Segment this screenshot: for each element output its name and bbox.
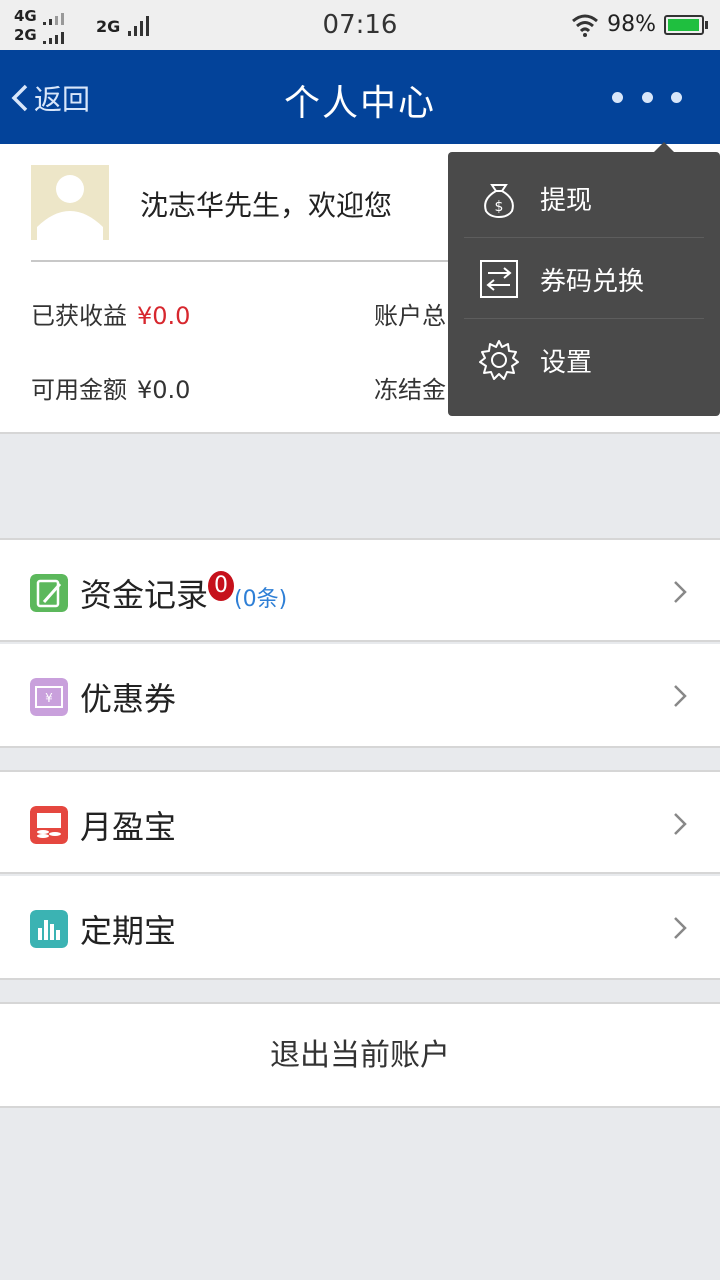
back-button[interactable]: 返回 bbox=[10, 78, 90, 118]
withdraw-label: 提现 bbox=[540, 185, 593, 216]
logout-button[interactable]: 退出当前账户 bbox=[0, 1002, 720, 1108]
svg-text:$: $ bbox=[495, 199, 504, 215]
dot-icon bbox=[671, 91, 682, 103]
menu-item-code-exchange[interactable]: 券码兑换 bbox=[464, 239, 704, 319]
account-total-stat: 账户总 bbox=[374, 296, 446, 331]
user-placeholder-icon bbox=[37, 175, 103, 240]
chevron-right-icon bbox=[674, 813, 687, 835]
coupons-label: 优惠券 bbox=[80, 680, 177, 718]
monthly-label: 月盈宝 bbox=[80, 808, 177, 846]
available-value: ¥0.0 bbox=[137, 376, 191, 404]
welcome-text: 沈志华先生，欢迎您 bbox=[140, 189, 393, 222]
account-total-label: 账户总 bbox=[374, 302, 446, 330]
available-label: 可用金额 bbox=[31, 376, 127, 404]
chevron-right-icon bbox=[674, 685, 687, 707]
available-stat: 可用金额 ¥0.0 bbox=[31, 370, 190, 405]
battery-percent: 98% bbox=[607, 12, 656, 37]
fund-records-label: 资金记录 0(0条) bbox=[80, 570, 287, 616]
earned-value: ¥0.0 bbox=[137, 302, 191, 330]
list-item-monthly[interactable]: 月盈宝 bbox=[0, 770, 720, 874]
settings-label: 设置 bbox=[540, 347, 593, 378]
more-popup-menu: $ 提现 券码兑换 设置 bbox=[448, 142, 720, 416]
record-count: (0条) bbox=[234, 587, 288, 612]
menu-divider bbox=[464, 318, 704, 319]
earned-label: 已获收益 bbox=[31, 302, 127, 330]
coupon-icon: ¥ bbox=[30, 678, 68, 716]
menu-divider bbox=[464, 237, 704, 238]
chevron-left-icon bbox=[11, 84, 28, 112]
notepad-icon bbox=[30, 574, 68, 612]
battery-status: 98% bbox=[571, 12, 708, 37]
wifi-icon bbox=[572, 14, 599, 37]
svg-text:¥: ¥ bbox=[45, 691, 53, 705]
list-item-fixed[interactable]: 定期宝 bbox=[0, 876, 720, 980]
bar-chart-icon bbox=[30, 910, 68, 948]
frozen-label: 冻结金 bbox=[374, 376, 446, 404]
nav-bar: 返回 个人中心 bbox=[0, 50, 720, 144]
gear-icon bbox=[479, 340, 519, 380]
menu-item-settings[interactable]: 设置 bbox=[464, 320, 704, 400]
coins-icon bbox=[30, 806, 68, 844]
more-menu-button[interactable] bbox=[612, 82, 682, 112]
earned-stat: 已获收益 ¥0.0 bbox=[31, 296, 190, 331]
avatar[interactable] bbox=[31, 165, 109, 240]
unread-badge: 0 bbox=[208, 571, 235, 601]
dot-icon bbox=[641, 91, 653, 103]
chevron-right-icon bbox=[674, 581, 687, 603]
divider bbox=[31, 260, 451, 262]
battery-icon bbox=[664, 14, 708, 35]
list-item-fund-records[interactable]: 资金记录 0(0条) bbox=[0, 538, 720, 642]
money-bag-icon: $ bbox=[484, 184, 514, 219]
code-exchange-label: 券码兑换 bbox=[540, 266, 645, 297]
chevron-right-icon bbox=[674, 917, 687, 939]
back-label: 返回 bbox=[34, 83, 91, 116]
dot-icon bbox=[612, 91, 623, 103]
status-bar: 4G 2G 2G 07:16 98% bbox=[0, 0, 720, 50]
menu-item-withdraw[interactable]: $ 提现 bbox=[464, 158, 704, 238]
exchange-icon bbox=[480, 260, 518, 298]
fund-records-text: 资金记录 bbox=[80, 576, 209, 614]
list-item-coupons[interactable]: ¥ 优惠券 bbox=[0, 644, 720, 748]
frozen-stat: 冻结金 bbox=[374, 370, 446, 405]
fixed-label: 定期宝 bbox=[80, 912, 177, 950]
